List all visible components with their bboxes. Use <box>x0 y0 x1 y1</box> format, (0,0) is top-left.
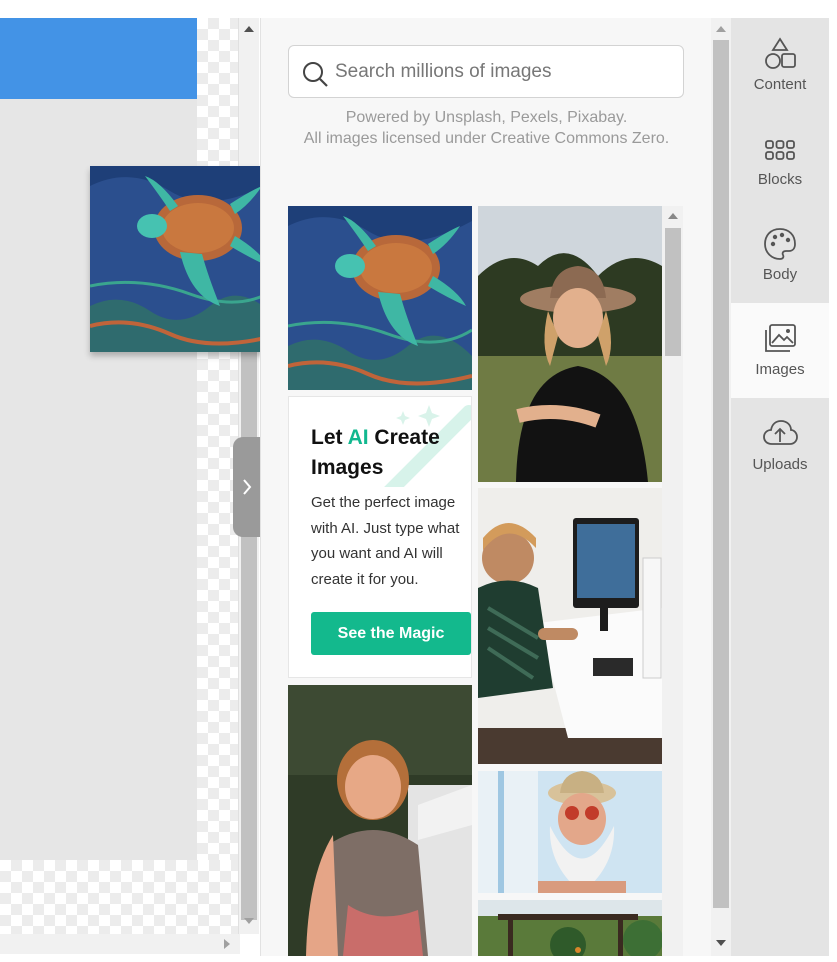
blocks-icon <box>765 140 795 160</box>
scroll-up-arrow[interactable] <box>668 213 678 219</box>
scroll-up-arrow[interactable] <box>244 26 254 32</box>
sidebar-item-body[interactable]: Body <box>731 208 829 303</box>
search-box[interactable] <box>288 45 684 98</box>
credits-line-1: Powered by Unsplash, Pexels, Pixabay. <box>345 109 628 126</box>
image-grid-scrollbar[interactable] <box>662 206 683 956</box>
turtle-painting-image <box>288 206 472 390</box>
search-input[interactable] <box>335 46 675 97</box>
woman-in-hat-image <box>478 206 662 482</box>
canvas-blue-block[interactable] <box>0 18 197 99</box>
sidebar-item-label: Blocks <box>757 171 803 188</box>
sidebar-item-blocks[interactable]: Blocks <box>731 113 829 208</box>
scrollbar-thumb[interactable] <box>713 40 729 908</box>
panel-vertical-scrollbar[interactable] <box>711 18 731 956</box>
dragging-image-preview[interactable] <box>89 166 275 352</box>
images-panel: Powered by Unsplash, Pexels, Pixabay. Al… <box>260 18 711 956</box>
search-icon <box>303 62 328 87</box>
cloud-upload-icon <box>763 420 798 445</box>
image-tile-pergola[interactable] <box>478 900 662 956</box>
palette-icon <box>764 228 796 260</box>
canvas-horizontal-scrollbar[interactable] <box>0 934 240 954</box>
image-tile-laughing-woman[interactable] <box>288 685 472 956</box>
scroll-down-arrow[interactable] <box>244 918 254 924</box>
sidebar-item-images[interactable]: Images <box>731 303 829 398</box>
editor-canvas[interactable] <box>0 18 240 934</box>
ai-promo-card[interactable]: Let AI Create Images Get the perfect ima… <box>288 396 472 678</box>
image-tile-woman-in-hat[interactable] <box>478 206 662 482</box>
laughing-woman-image <box>288 685 472 956</box>
sidebar-item-content[interactable]: Content <box>731 18 829 113</box>
sidebar-item-label: Body <box>762 266 798 283</box>
ai-promo-description: Get the perfect image with AI. Just type… <box>311 494 460 588</box>
turtle-painting-image <box>89 166 275 352</box>
pergola-garden-image <box>478 900 662 956</box>
sidebar-item-label: Content <box>753 76 807 93</box>
scroll-right-arrow[interactable] <box>224 939 230 949</box>
scroll-down-arrow[interactable] <box>716 940 726 946</box>
scrollbar-thumb[interactable] <box>665 228 681 356</box>
scrollbar-thumb[interactable] <box>241 348 257 920</box>
scroll-up-arrow[interactable] <box>716 26 726 32</box>
right-sidebar: Content Blocks Body Images Uploads <box>731 18 829 956</box>
sidebar-item-label: Images <box>755 361 805 378</box>
image-credits: Powered by Unsplash, Pexels, Pixabay. Al… <box>261 107 711 149</box>
chevron-right-icon <box>243 479 252 495</box>
image-tile-man-at-computer[interactable] <box>478 488 662 764</box>
collapse-panel-button[interactable] <box>233 437 261 537</box>
man-at-computer-image <box>478 488 662 764</box>
shapes-icon <box>765 37 796 69</box>
image-grid: Let AI Create Images Get the perfect ima… <box>288 206 662 956</box>
image-tile-turtle[interactable] <box>288 206 472 390</box>
image-tile-bearded-man[interactable] <box>478 771 662 893</box>
see-the-magic-button[interactable]: See the Magic <box>311 612 471 655</box>
sidebar-item-uploads[interactable]: Uploads <box>731 398 829 493</box>
credits-line-2: All images licensed under Creative Commo… <box>303 130 670 147</box>
transparent-area-bottom <box>0 860 240 934</box>
sidebar-item-label: Uploads <box>752 456 808 473</box>
bearded-man-sunglasses-image <box>478 771 662 893</box>
ai-promo-title: Let AI Create Images <box>311 426 440 479</box>
images-icon <box>765 324 796 352</box>
